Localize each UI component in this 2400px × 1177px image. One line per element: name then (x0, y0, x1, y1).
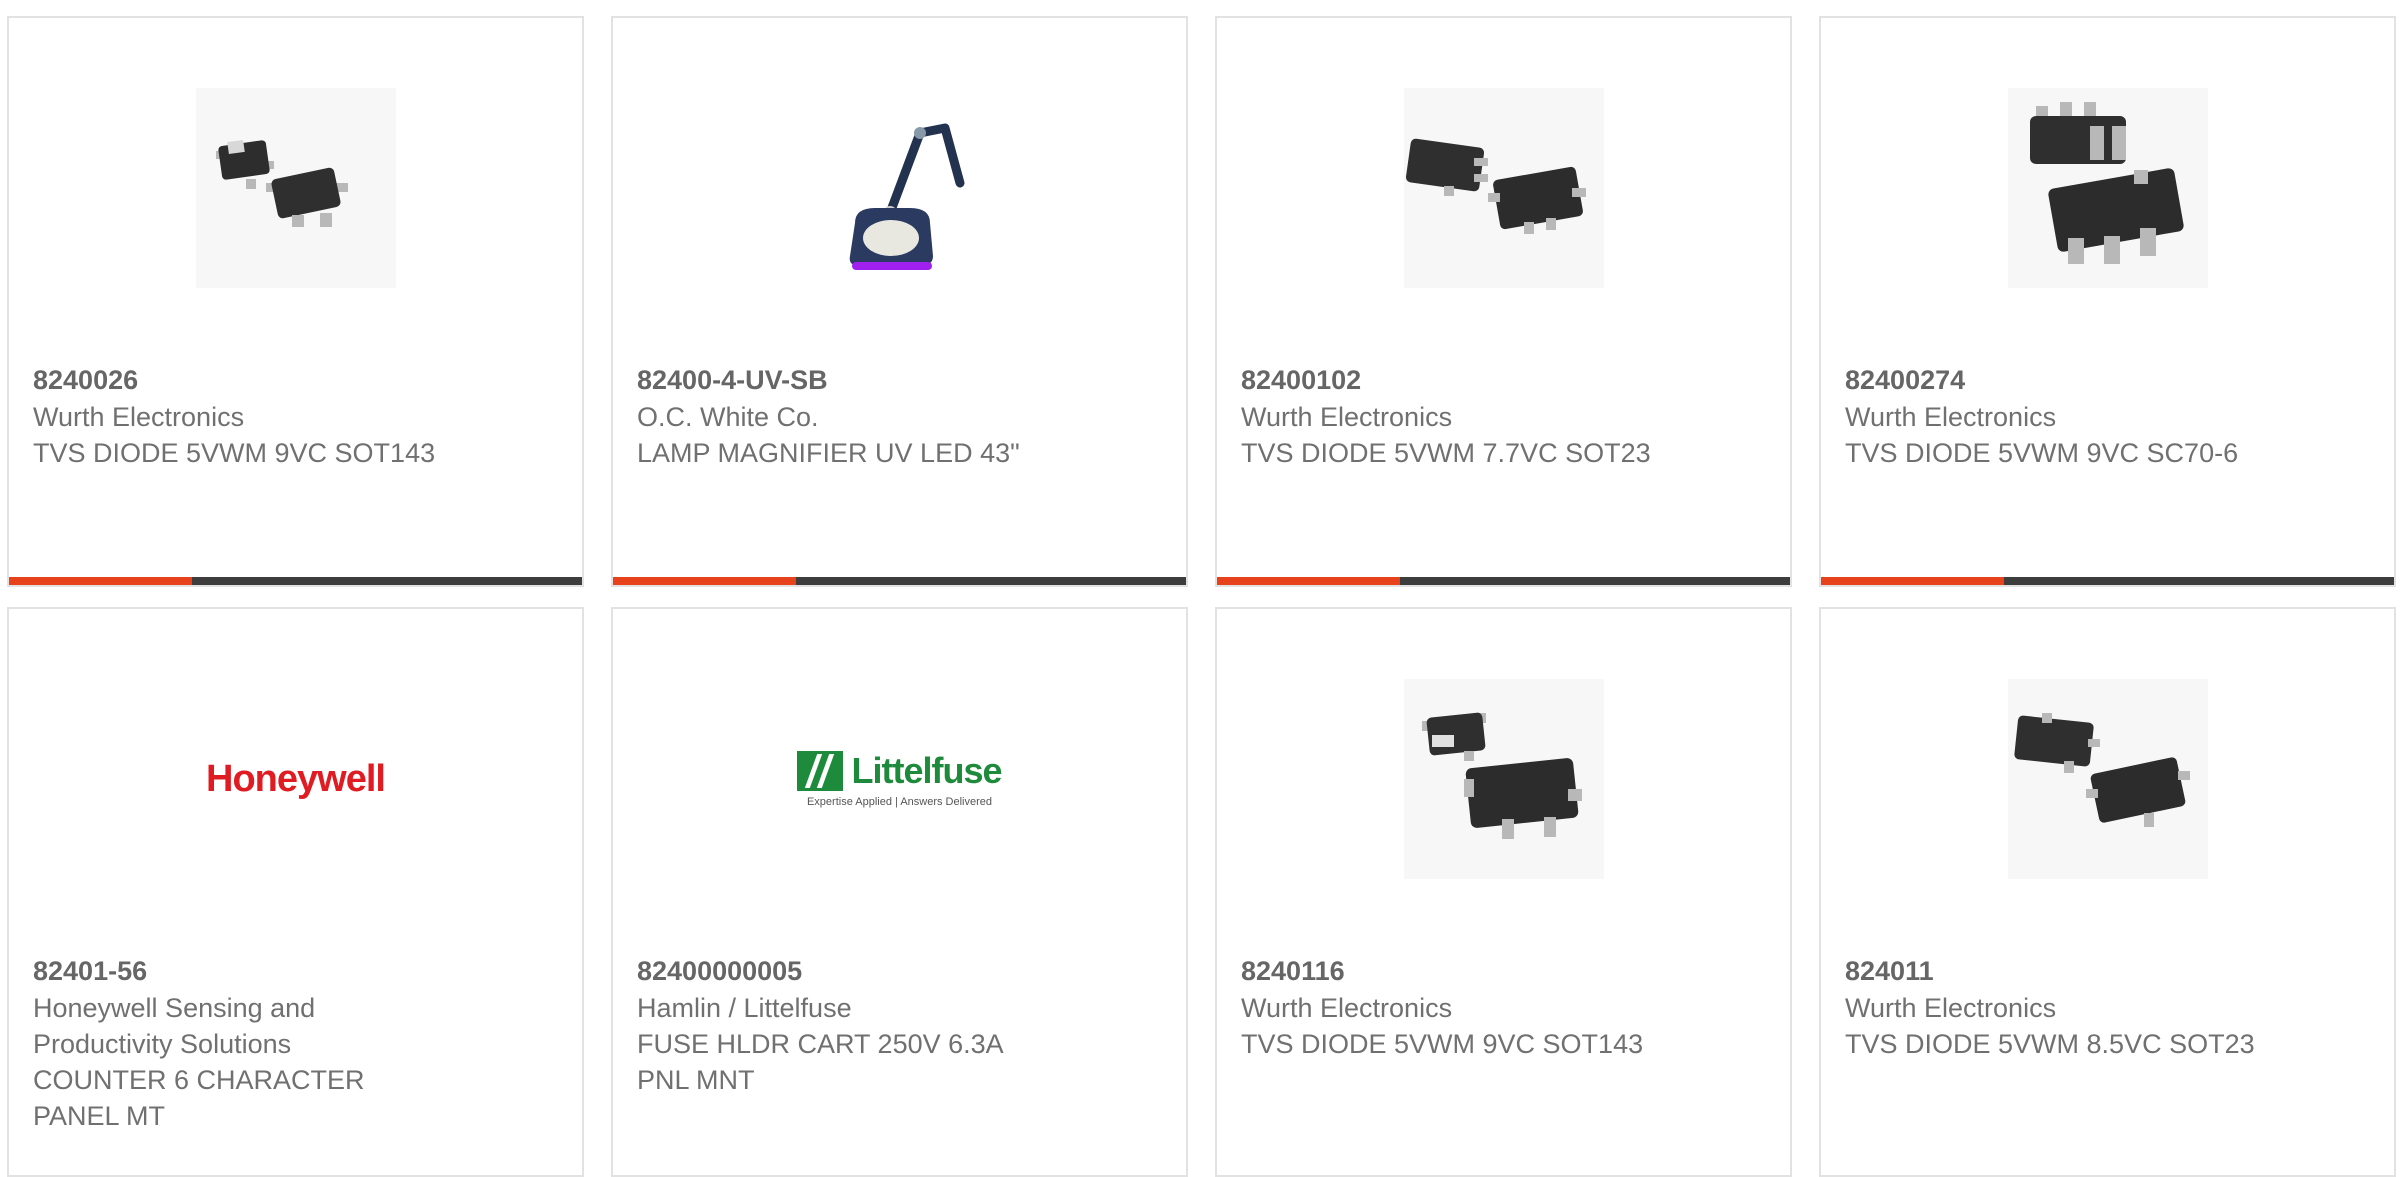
progress-bar (1821, 577, 2394, 585)
product-info: 8240116 Wurth Electronics TVS DIODE 5VWM… (1241, 953, 1671, 1062)
littelfuse-mark-icon (797, 751, 844, 791)
manufacturer-name: Wurth Electronics (33, 402, 245, 432)
part-number[interactable]: 824011 (1845, 953, 2275, 990)
progress-bar (9, 577, 582, 585)
product-info: 82400274 Wurth Electronics TVS DIODE 5VW… (1845, 362, 2275, 471)
progress-bar (1217, 577, 1790, 585)
sot23-chip-icon[interactable] (1403, 88, 1604, 288)
sot143-chip-icon[interactable] (195, 88, 396, 288)
product-card[interactable]: 82400274 Wurth Electronics TVS DIODE 5VW… (1819, 16, 2396, 587)
part-number[interactable]: 8240116 (1241, 953, 1671, 990)
product-description: TVS DIODE 5VWM 9VC SOT143 (33, 438, 436, 468)
honeywell-logo[interactable]: Honeywell (146, 679, 446, 879)
manufacturer-name: Wurth Electronics (1845, 993, 2057, 1023)
product-card[interactable]: 824011 Wurth Electronics TVS DIODE 5VWM … (1819, 607, 2396, 1177)
littelfuse-logo-text: Littelfuse (851, 750, 1002, 791)
product-info: 82400102 Wurth Electronics TVS DIODE 5VW… (1241, 362, 1671, 471)
part-number[interactable]: 82401-56 (33, 953, 413, 990)
manufacturer-name: O.C. White Co. (637, 402, 819, 432)
product-description: LAMP MAGNIFIER UV LED 43" (637, 438, 1020, 468)
product-description: TVS DIODE 5VWM 7.7VC SOT23 (1241, 438, 1651, 468)
product-info: 82400000005 Hamlin / Littelfuse FUSE HLD… (637, 953, 1067, 1098)
manufacturer-name: Honeywell Sensing and Productivity Solut… (33, 993, 316, 1059)
manufacturer-name: Wurth Electronics (1241, 402, 1453, 432)
product-info: 82401-56 Honeywell Sensing and Productiv… (33, 953, 413, 1134)
manufacturer-name: Hamlin / Littelfuse (637, 993, 852, 1023)
manufacturer-name: Wurth Electronics (1845, 402, 2057, 432)
manufacturer-name: Wurth Electronics (1241, 993, 1453, 1023)
product-description: TVS DIODE 5VWM 9VC SC70-6 (1845, 438, 2239, 468)
product-card[interactable]: Honeywell 82401-56 Honeywell Sensing and… (7, 607, 584, 1177)
product-description: TVS DIODE 5VWM 9VC SOT143 (1241, 1029, 1644, 1059)
progress-bar (613, 577, 1186, 585)
product-card[interactable]: 8240026 Wurth Electronics TVS DIODE 5VWM… (7, 16, 584, 587)
product-card[interactable]: 82400102 Wurth Electronics TVS DIODE 5VW… (1215, 16, 1792, 587)
progress-fill (613, 577, 797, 585)
progress-fill (1217, 577, 1401, 585)
sot143-chip-icon[interactable] (1403, 679, 1604, 879)
sc70-chip-icon[interactable] (2007, 88, 2208, 288)
product-info: 82400-4-UV-SB O.C. White Co. LAMP MAGNIF… (637, 362, 1067, 471)
littelfuse-tagline: Expertise Applied | Answers Delivered (806, 796, 993, 808)
product-info: 8240026 Wurth Electronics TVS DIODE 5VWM… (33, 362, 463, 471)
product-description: TVS DIODE 5VWM 8.5VC SOT23 (1845, 1029, 2255, 1059)
product-card[interactable]: 8240116 Wurth Electronics TVS DIODE 5VWM… (1215, 607, 1792, 1177)
littelfuse-logo[interactable]: Littelfuse Expertise Applied | Answers D… (750, 679, 1050, 879)
product-description: COUNTER 6 CHARACTER PANEL MT (33, 1065, 365, 1131)
part-number[interactable]: 82400-4-UV-SB (637, 362, 1067, 399)
sot23-chip-icon[interactable] (2007, 679, 2208, 879)
product-card[interactable]: 82400-4-UV-SB O.C. White Co. LAMP MAGNIF… (611, 16, 1188, 587)
product-grid: 8240026 Wurth Electronics TVS DIODE 5VWM… (0, 0, 2400, 1177)
progress-fill (9, 577, 193, 585)
product-info: 824011 Wurth Electronics TVS DIODE 5VWM … (1845, 953, 2275, 1062)
product-description: FUSE HLDR CART 250V 6.3A PNL MNT (637, 1029, 1003, 1095)
part-number[interactable]: 82400102 (1241, 362, 1671, 399)
part-number[interactable]: 8240026 (33, 362, 463, 399)
honeywell-logo-text: Honeywell (206, 757, 386, 800)
progress-fill (1821, 577, 2005, 585)
part-number[interactable]: 82400000005 (637, 953, 1067, 990)
magnifier-lamp-icon[interactable] (800, 88, 1000, 288)
part-number[interactable]: 82400274 (1845, 362, 2275, 399)
product-card[interactable]: Littelfuse Expertise Applied | Answers D… (611, 607, 1188, 1177)
